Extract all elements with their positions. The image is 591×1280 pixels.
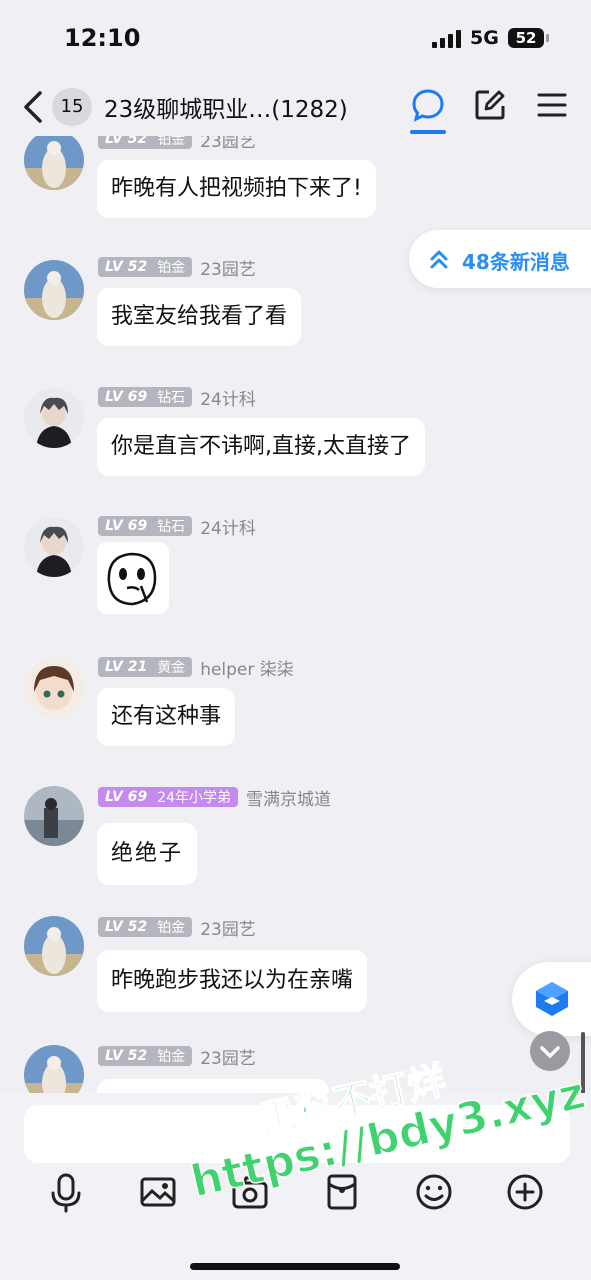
level-badge: LV 52 铂金 [98,1046,193,1066]
photo-person-avatar[interactable] [24,786,84,846]
message-bubble[interactable]: 昨晚跑步我还以为在亲嘴 [97,950,368,1012]
statue-avatar[interactable] [24,916,84,976]
unread-count-badge[interactable]: 15 [52,88,92,126]
sender-name: helper 柒柒 [200,659,294,680]
sender-name: 23园艺 [200,136,256,152]
group-title[interactable]: 23级聊城职业…(1282) [104,90,348,124]
double-chevron-up-icon [430,250,448,269]
message-bubble[interactable]: 我室友给我看了看 [97,288,302,346]
new-messages-label: 48条新消息 [462,250,570,274]
sender-name: 23园艺 [200,919,256,940]
image-icon[interactable] [138,1171,178,1213]
emoji-icon[interactable] [414,1171,454,1213]
microphone-icon[interactable] [46,1171,86,1213]
level-badge: LV 69 24年小学弟 [98,787,239,807]
chevron-down-icon [540,1046,560,1058]
message-bubble[interactable] [97,1079,329,1093]
network-label: 5G [470,27,499,49]
anime-boy-avatar[interactable] [24,388,84,448]
level-badge: LV 21 黄金 [98,657,193,677]
chat-header: 15 23级聊城职业…(1282) [0,78,591,136]
sender-meta: LV 52 铂金 23园艺 [98,136,256,152]
message-bubble[interactable]: 你是直言不讳啊,直接,太直接了 [97,418,425,476]
home-indicator [190,1263,400,1270]
sender-meta: LV 21 黄金 helper 柒柒 [98,656,294,680]
statue-avatar[interactable] [24,1045,84,1093]
back-arrow-icon[interactable] [18,87,50,127]
sender-name: 23园艺 [200,1048,256,1069]
face-sticker[interactable] [97,542,169,614]
plus-icon[interactable] [505,1171,545,1213]
anime-girl-avatar[interactable] [24,658,84,718]
cube-app-icon [536,982,568,1016]
active-tab-indicator [410,130,446,134]
floating-app-button[interactable] [512,962,591,1036]
sender-name: 23园艺 [200,259,256,280]
battery-icon: 52 [508,28,549,48]
statue-avatar[interactable] [24,136,84,190]
sender-name: 24计科 [200,518,256,539]
composer-area [0,1093,591,1280]
status-bar: 12:10 5G 52 [0,0,591,78]
message-bubble[interactable]: 昨晚有人把视频拍下来了! [97,160,376,218]
chat-bubble-icon[interactable] [410,87,446,123]
level-badge: LV 69 钻石 [98,516,193,536]
sender-meta: LV 52 铂金 23园艺 [98,916,256,940]
status-time: 12:10 [64,24,141,52]
edit-icon[interactable] [472,87,508,123]
sender-name: 雪满京城道 [246,789,332,810]
level-badge: LV 52 铂金 [98,257,193,277]
new-messages-button[interactable]: 48条新消息 [409,230,591,288]
message-bubble[interactable]: 绝绝子 [97,823,198,885]
anime-boy-avatar[interactable] [24,517,84,577]
level-badge: LV 52 铂金 [98,917,193,937]
sender-meta: LV 69 24年小学弟 雪满京城道 [98,786,332,810]
red-packet-icon[interactable] [322,1171,362,1213]
sender-name: 24计科 [200,389,256,410]
camera-icon[interactable] [230,1171,270,1213]
level-badge: LV 52 铂金 [98,136,193,149]
message-input[interactable] [24,1105,570,1163]
level-badge: LV 69 钻石 [98,387,193,407]
statue-avatar[interactable] [24,260,84,320]
scrollbar[interactable] [581,1032,585,1094]
sender-meta: LV 52 铂金 23园艺 [98,256,256,280]
menu-icon[interactable] [534,87,570,123]
signal-icon [432,30,464,48]
scroll-down-button[interactable] [530,1031,570,1071]
sender-meta: LV 69 钻石 24计科 [98,515,256,539]
sender-meta: LV 69 钻石 24计科 [98,386,256,410]
sender-meta: LV 52 铂金 23园艺 [98,1045,256,1069]
message-bubble[interactable]: 还有这种事 [97,688,236,746]
